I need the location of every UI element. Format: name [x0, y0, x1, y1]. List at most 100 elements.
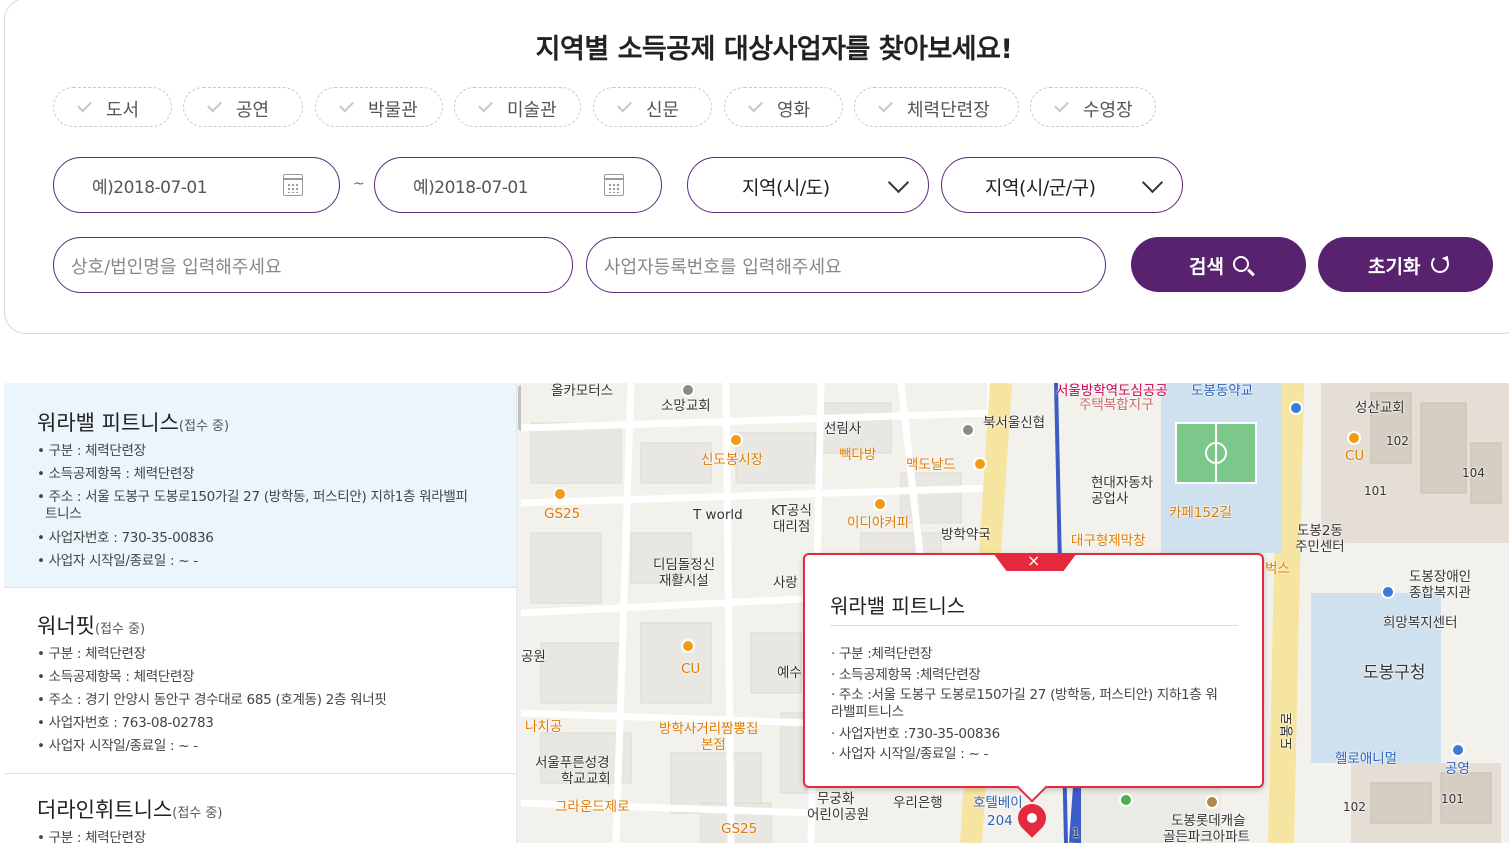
map-label: GS25 [544, 506, 581, 522]
poi-icon [961, 423, 975, 437]
map-label: 무궁화 [817, 791, 855, 807]
result-name: 워너핏 [37, 614, 95, 638]
map-label: 주택복합지구 [1079, 397, 1154, 413]
map-label: 빽다방 [839, 447, 877, 463]
category-chip-art-gallery[interactable]: 미술관 [454, 87, 581, 127]
map-label: 104 [1462, 466, 1485, 480]
check-icon [339, 97, 354, 113]
poi-icon [973, 457, 987, 471]
refresh-icon [1431, 255, 1449, 273]
category-chip-fitness[interactable]: 체력단련장 [854, 87, 1019, 127]
map-label: KT공식 [771, 503, 812, 519]
map-label: 도봉로 [1279, 712, 1296, 750]
poi-icon [729, 433, 743, 447]
map-label: 방학약국 [941, 527, 991, 543]
map-label: 도봉구청 [1363, 663, 1426, 683]
result-status: (접수 중) [94, 622, 146, 637]
map-label: 도봉장애인 [1409, 569, 1472, 585]
map-label: 204 [987, 813, 1013, 829]
map-label: 도봉롯데캐슬 [1171, 813, 1246, 829]
map-label: 도봉2동 [1297, 523, 1343, 539]
map-label: 북서울신협 [983, 415, 1046, 431]
map-label: 이디야커피 [847, 515, 910, 531]
map-label: 디딤돌정신 [653, 557, 716, 573]
category-chip-museum[interactable]: 박물관 [315, 87, 443, 127]
map-label: 102 [1386, 434, 1409, 448]
result-status: (접수 중) [172, 806, 223, 821]
map-label: 벅스 [1265, 561, 1290, 577]
map-label: 신도봉시장 [701, 452, 764, 468]
result-list: 워라밸 피트니스(접수 중) • 구분 : 체력단련장 • 소득공제항목 : 체… [4, 383, 521, 843]
poi-icon [873, 497, 887, 511]
map-label: 호텔베이 [973, 795, 1023, 811]
map-label: 희망복지센터 [1383, 615, 1458, 631]
reset-button[interactable]: 초기화 [1318, 237, 1493, 292]
date-range-separator: ~ [353, 176, 365, 192]
check-icon [77, 97, 92, 113]
check-icon [207, 97, 222, 113]
map-label: 본점 [701, 737, 726, 753]
poi-icon [1451, 743, 1465, 757]
map-label: 선림사 [824, 421, 862, 437]
map-label: T world [693, 507, 743, 523]
popup-title: 워라밸 피트니스 [830, 594, 966, 618]
map-label: 어린이공원 [807, 807, 870, 823]
check-icon [617, 97, 632, 113]
map-label: 대리점 [773, 519, 811, 535]
map-label: 101 [1441, 792, 1464, 806]
category-chip-movie[interactable]: 영화 [724, 87, 843, 127]
map-label: CU [1345, 448, 1365, 464]
map-label: 재활시설 [659, 573, 709, 589]
map-label: 그라운드제로 [555, 799, 630, 815]
end-date-input[interactable]: 예)2018-07-01 [374, 157, 662, 213]
chevron-down-icon [1141, 171, 1164, 194]
map-label: 공원 [521, 649, 546, 665]
search-button[interactable]: 검색 [1131, 237, 1306, 292]
check-icon [1054, 97, 1069, 113]
category-chip-book[interactable]: 도서 [53, 87, 172, 127]
poi-icon [1289, 401, 1303, 415]
map-label: 101 [1364, 484, 1387, 498]
check-icon [748, 97, 763, 113]
map-label: 사랑 [773, 575, 798, 591]
map-label: 종합복지관 [1409, 585, 1472, 601]
map-label: 방학사거리짬뽕집 [659, 721, 759, 737]
map-label: 소망교회 [661, 398, 711, 414]
map-label: 102 [1343, 800, 1366, 814]
map-label: 공영 [1445, 761, 1470, 777]
business-name-input[interactable]: 상호/법인명을 입력해주세요 [53, 237, 573, 293]
page-title: 지역별 소득공제 대상사업자를 찾아보세요! [535, 34, 1013, 65]
region-select[interactable]: 지역(시/도) [687, 157, 929, 213]
chevron-down-icon [887, 171, 910, 194]
poi-icon [553, 487, 567, 501]
map-label: 현대자동차 [1091, 475, 1154, 491]
list-item[interactable]: 워라밸 피트니스(접수 중) • 구분 : 체력단련장 • 소득공제항목 : 체… [4, 383, 516, 588]
check-icon [478, 97, 493, 113]
map-label: 골든파크아파트 [1163, 829, 1250, 843]
search-icon [1233, 256, 1249, 272]
map-label: 카페152길 [1169, 505, 1233, 521]
map-label: 나치공 [525, 719, 563, 735]
category-chip-swimming-pool[interactable]: 수영장 [1030, 87, 1156, 127]
calendar-icon[interactable] [604, 174, 624, 196]
district-select[interactable]: 지역(시/군/구) [941, 157, 1183, 213]
list-item[interactable]: 더라인휘트니스(접수 중) • 구분 : 체력단련장 [4, 774, 516, 843]
map-label: 학교교회 [561, 771, 611, 787]
list-item[interactable]: 워너핏(접수 중) • 구분 : 체력단련장 • 소득공제항목 : 체력단련장 … [4, 588, 516, 774]
poi-icon [681, 383, 695, 397]
map-label: GS25 [721, 821, 758, 837]
poi-icon [1119, 793, 1133, 807]
map-label: CU [681, 661, 701, 677]
map-label: 1 [1072, 826, 1080, 840]
business-number-input[interactable]: 사업자등록번호를 입력해주세요 [586, 237, 1106, 293]
category-chip-performance[interactable]: 공연 [183, 87, 303, 127]
popup-divider [830, 625, 1238, 626]
result-status: (접수 중) [178, 419, 230, 434]
calendar-icon[interactable] [283, 174, 303, 196]
popup-close-tab[interactable]: × [993, 553, 1077, 571]
poi-icon [1205, 795, 1219, 809]
close-icon[interactable]: × [1027, 553, 1040, 570]
map-label: 도봉동약교 [1191, 383, 1254, 399]
category-chip-newspaper[interactable]: 신문 [593, 87, 712, 127]
start-date-input[interactable]: 예)2018-07-01 [53, 157, 340, 213]
